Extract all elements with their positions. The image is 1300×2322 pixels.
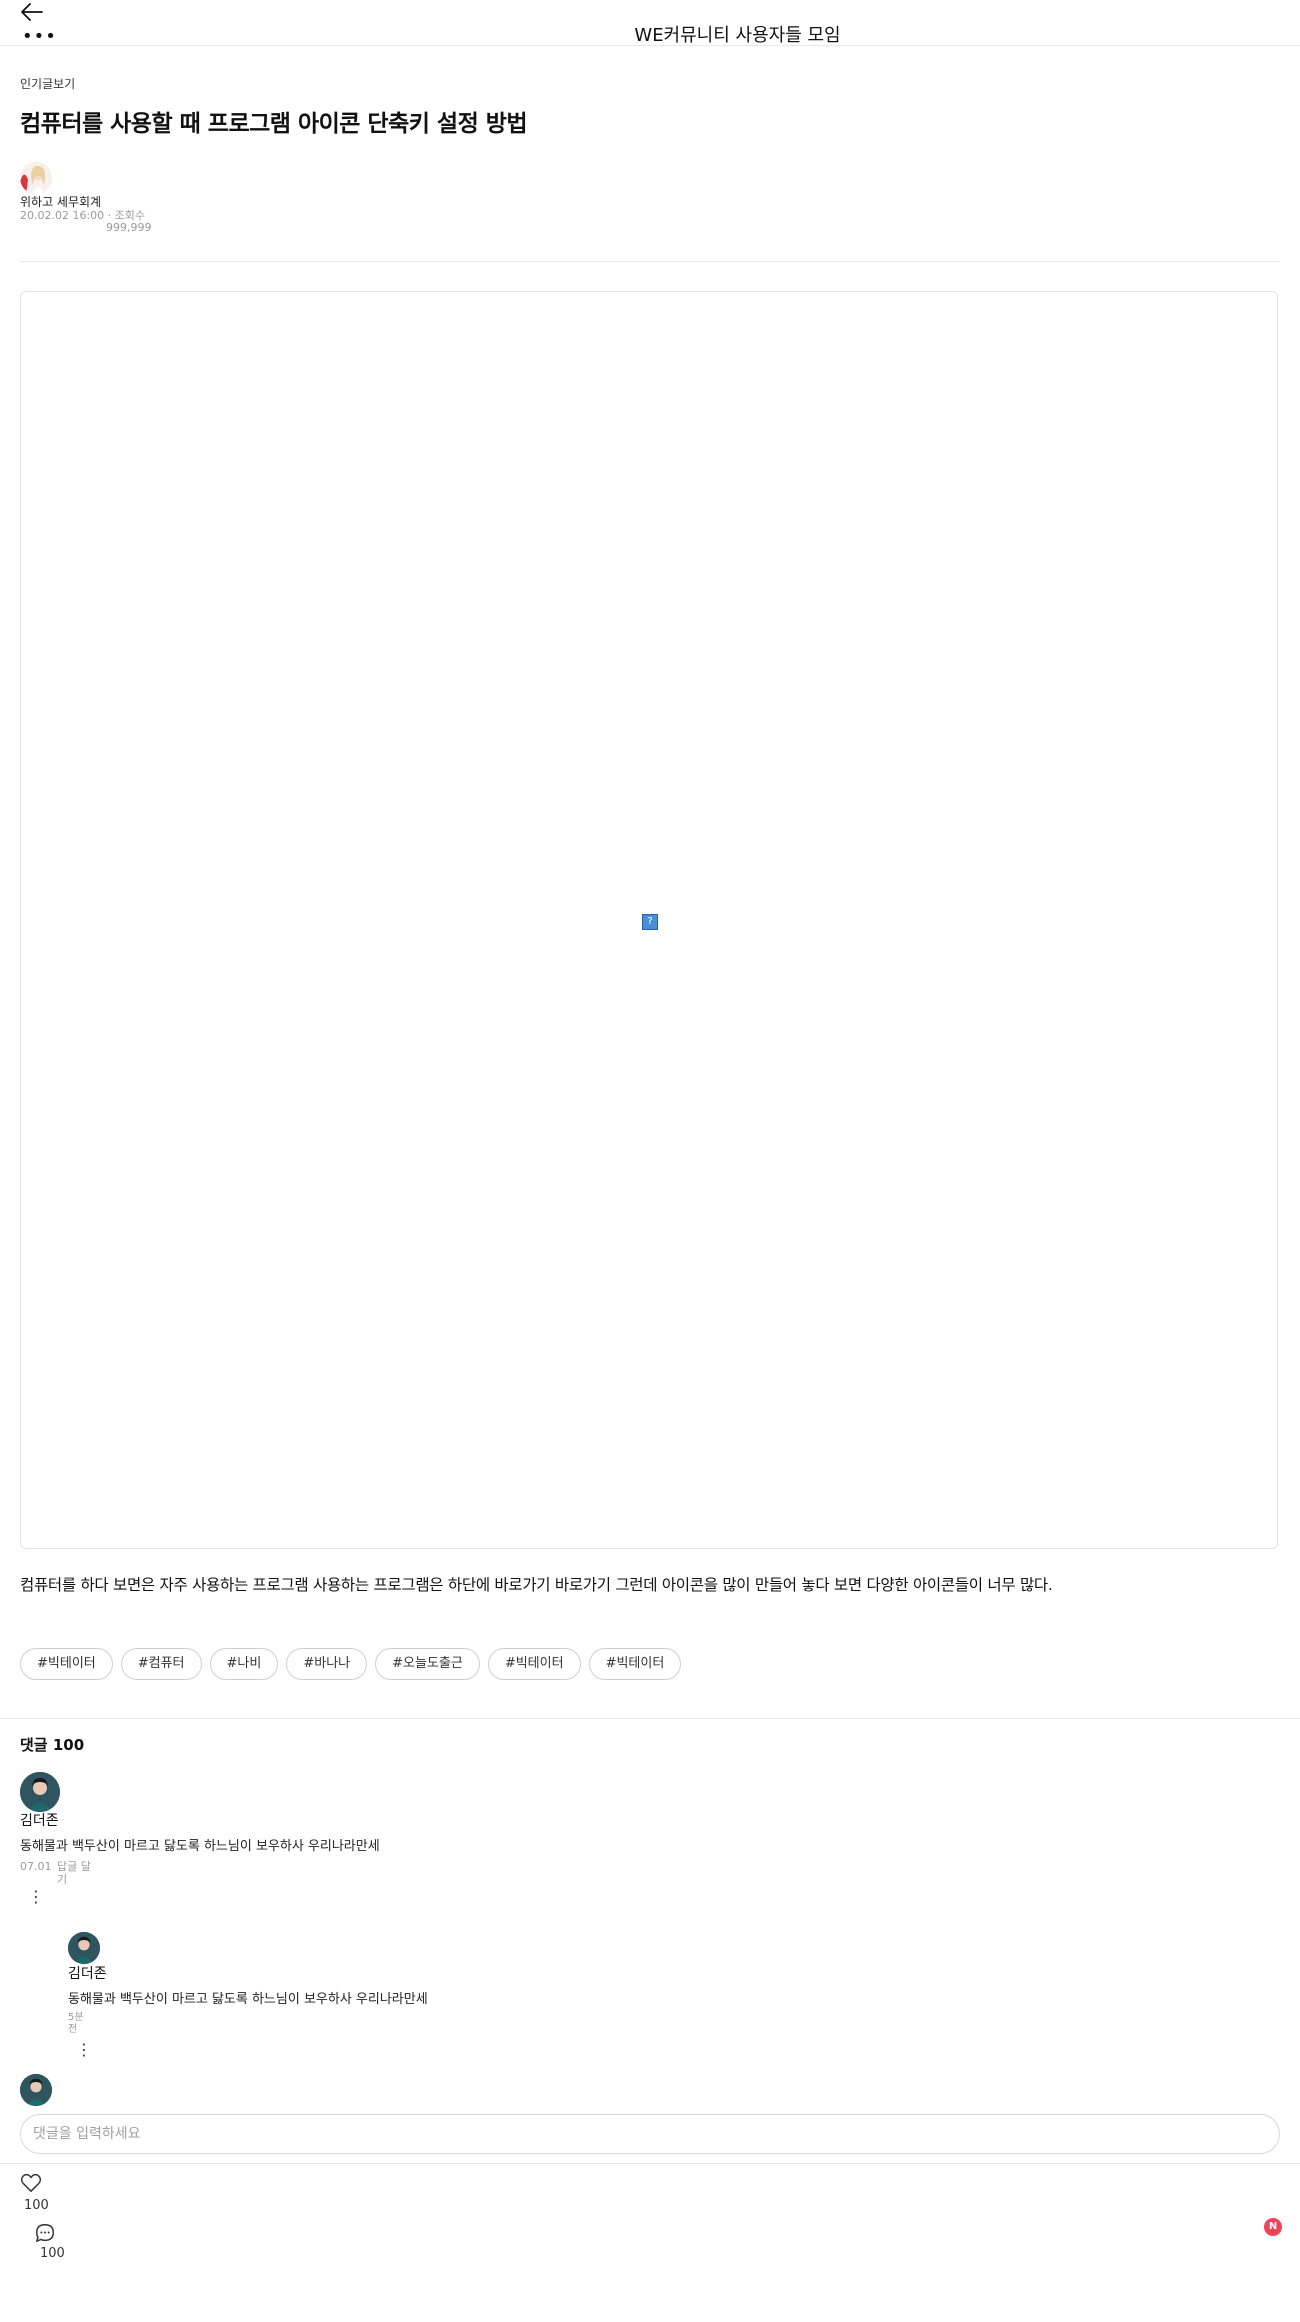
comments-heading: 댓글 100 [20, 1736, 85, 1754]
header-divider [0, 45, 1300, 46]
author-avatar[interactable] [20, 162, 52, 194]
comment-date: 07.01 [20, 1860, 52, 1873]
tag-list: #빅테이터 #컴퓨터 #나비 #바나나 #오늘도출근 #빅테이터 #빅테이터 [20, 1648, 682, 1680]
view-count: 999,999 [106, 221, 152, 234]
tag-chip[interactable]: #빅테이터 [588, 1648, 682, 1680]
like-count: 100 [24, 2198, 49, 2213]
chat-bubble-icon[interactable] [34, 2222, 56, 2244]
my-avatar [20, 2074, 52, 2106]
commenter-avatar[interactable] [20, 1772, 60, 1812]
commenter-avatar[interactable] [68, 1932, 100, 1964]
page-title: WE커뮤니티 사용자들 모임 [634, 25, 841, 46]
reply-button[interactable]: 답글 달기 [57, 1860, 93, 1886]
back-arrow-icon[interactable] [20, 2, 44, 22]
comment-text: 동해물과 백두산이 마르고 닳도록 하느님이 보우하사 우리나라만세 [20, 1839, 380, 1854]
tag-chip[interactable]: #컴퓨터 [120, 1648, 202, 1680]
section-divider [0, 1718, 1300, 1719]
comment-count: 100 [40, 2246, 65, 2261]
meta-divider [20, 261, 1280, 262]
broken-image-icon: ? [642, 914, 658, 930]
comment-menu-icon[interactable]: ⋮ [28, 1887, 44, 1906]
comment-menu-icon[interactable]: ⋮ [76, 2040, 92, 2059]
post-title: 컴퓨터를 사용할 때 프로그램 아이콘 단축키 설정 방법 [20, 111, 528, 137]
heart-icon[interactable] [20, 2173, 42, 2193]
tag-chip[interactable]: #빅테이터 [20, 1648, 113, 1680]
comment-input[interactable] [20, 2114, 1280, 2154]
category-link[interactable]: 인기글보기 [20, 75, 75, 92]
post-body: 컴퓨터를 하다 보면은 자주 사용하는 프로그램 사용하는 프로그램은 하단에 … [20, 1576, 1053, 1594]
comment-text: 동해물과 백두산이 마르고 닳도록 하느님이 보우하사 우리나라만세 [68, 1992, 428, 2007]
tag-chip[interactable]: #오늘도출근 [375, 1648, 480, 1680]
footer-divider [0, 2163, 1300, 2164]
comment-date: 5분 전 [68, 2012, 84, 2035]
tag-chip[interactable]: #나비 [209, 1648, 279, 1680]
tag-chip[interactable]: #빅테이터 [487, 1648, 581, 1680]
notification-badge[interactable]: N [1264, 2218, 1282, 2236]
tag-chip[interactable]: #바나나 [286, 1648, 368, 1680]
commenter-name[interactable]: 김더존 [20, 1810, 59, 1830]
commenter-name[interactable]: 김더존 [68, 1963, 107, 1983]
